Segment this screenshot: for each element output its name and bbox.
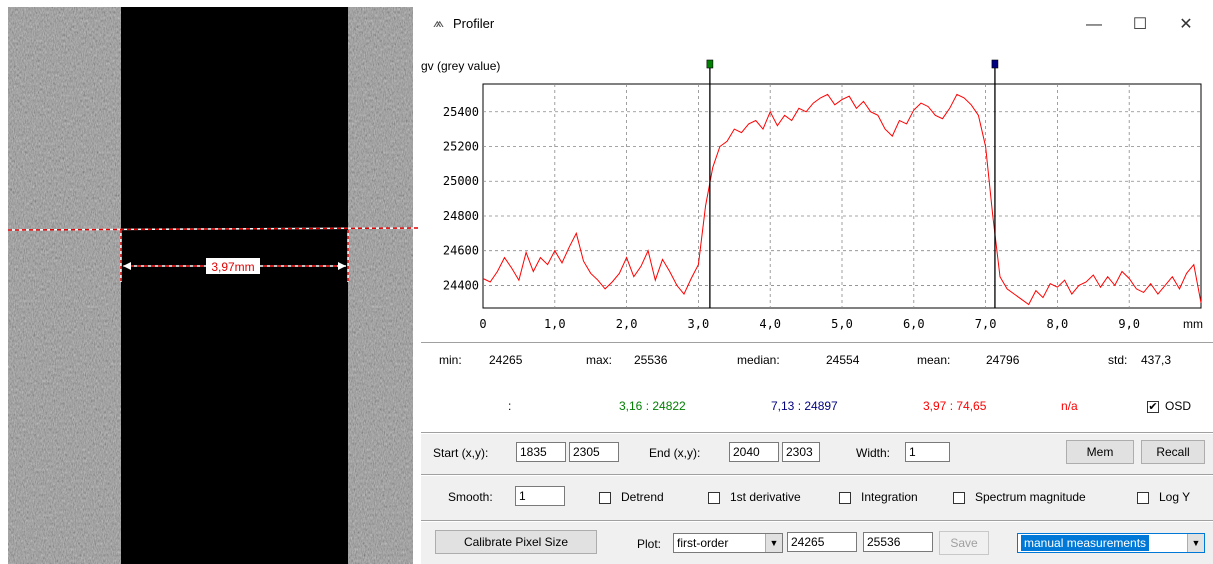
x-axis-unit: mm [1183,317,1203,331]
min-label: min: [439,353,462,367]
smooth-input[interactable] [515,486,565,506]
y-tick-label: 25200 [443,140,479,154]
measurement-mode-select[interactable]: manual measurements ▼ [1017,533,1205,553]
window-title: Profiler [453,16,495,31]
std-value: 437,3 [1141,353,1172,367]
image-viewport[interactable]: 3,97mm [0,0,420,564]
first-derivative-checkbox[interactable] [708,492,720,504]
y-tick-label: 24600 [443,244,479,258]
calibrate-pixel-size-button[interactable]: Calibrate Pixel Size [435,530,597,554]
divider [421,474,1213,476]
na-readout: n/a [1061,399,1078,413]
difference-readout: 3,97 : 74,65 [923,399,987,413]
chevron-down-icon[interactable]: ▼ [1187,534,1204,552]
divider [421,432,1213,434]
chevron-down-icon[interactable]: ▼ [765,534,782,552]
x-tick-label: 1,0 [544,317,566,331]
x-tick-label: 4,0 [759,317,781,331]
median-value: 24554 [826,353,860,367]
mean-value: 24796 [986,353,1020,367]
profiler-window: ⩕ Profiler — ☐ ✕ gv (grey value) 0 1,0 2,0 3… [421,0,1213,564]
x-tick-label: 6,0 [903,317,925,331]
osd-checkbox[interactable]: ✔ [1147,401,1159,413]
detrend-label: Detrend [621,490,664,504]
integration-checkbox[interactable] [839,492,851,504]
cursor1-readout: 3,16 : 24822 [619,399,686,413]
x-tick-label: 7,0 [975,317,997,331]
statistics-panel: min: 24265 max: 25536 median: 24554 mean… [421,342,1213,433]
divider [421,520,1213,522]
y-tick-label: 24400 [443,278,479,292]
plot-max-input[interactable] [863,532,933,552]
plot-type-select[interactable]: first-order ▼ [673,533,783,553]
mem-button[interactable]: Mem [1066,440,1134,464]
x-tick-label: 3,0 [688,317,710,331]
save-button[interactable]: Save [939,531,989,555]
sample-region-right [348,7,413,564]
y-tick-label: 25000 [443,174,479,188]
maximize-button[interactable]: ☐ [1117,10,1163,40]
x-tick-label: 0 [479,317,486,331]
start-label: Start (x,y): [433,446,489,460]
x-tick-label: 2,0 [616,317,638,331]
y-tick-label: 25400 [443,105,479,119]
cursor-marker-1 [706,59,714,69]
minimize-button[interactable]: — [1071,10,1117,40]
sample-region-left [8,7,121,564]
smooth-label: Smooth: [448,490,493,504]
recall-button[interactable]: Recall [1141,440,1205,464]
start-y-input[interactable] [569,442,619,462]
mean-label: mean: [917,353,951,367]
std-label: std: [1108,353,1128,367]
width-input[interactable] [905,442,950,462]
spectrum-magnitude-checkbox[interactable] [953,492,965,504]
width-label: Width: [856,446,891,460]
y-axis-label: gv (grey value) [421,59,500,73]
osd-label: OSD [1165,399,1192,413]
x-tick-label: 8,0 [1047,317,1069,331]
measurement-label: 3,97mm [211,260,254,274]
log-y-checkbox[interactable] [1137,492,1149,504]
integration-label: Integration [861,490,918,504]
end-y-input[interactable] [782,442,820,462]
controls-panel: Start (x,y): End (x,y): Width: Mem Recal… [421,432,1213,564]
measurement-mode-value: manual measurements [1021,535,1150,551]
max-value: 25536 [634,353,668,367]
cursor2-readout: 7,13 : 24897 [771,399,838,413]
plot-label: Plot: [637,537,662,551]
detrend-checkbox[interactable] [599,492,611,504]
end-label: End (x,y): [649,446,701,460]
close-button[interactable]: ✕ [1163,10,1209,40]
max-label: max: [586,353,613,367]
profile-plot-area[interactable]: gv (grey value) 0 1,0 2,0 3,0 4,0 5,0 6,0 7,0 8,0… [421,50,1213,342]
cursor-marker-2 [991,59,999,69]
profiler-app-icon: ⩕ [433,14,445,30]
median-label: median: [737,353,780,367]
first-derivative-label: 1st derivative [730,490,801,504]
plot-type-value: first-order [677,536,729,550]
plot-min-input[interactable] [787,532,857,552]
log-y-label: Log Y [1159,490,1191,504]
x-tick-label: 5,0 [831,317,853,331]
end-x-input[interactable] [729,442,779,462]
start-x-input[interactable] [516,442,566,462]
dark-gap-region [121,7,348,564]
x-tick-label: 9,0 [1118,317,1140,331]
title-bar[interactable]: ⩕ Profiler — ☐ ✕ [421,0,1213,50]
readout-colon: : [508,399,512,413]
spectrum-magnitude-label: Spectrum magnitude [975,490,1086,504]
profile-chart[interactable]: gv (grey value) 0 1,0 2,0 3,0 4,0 5,0 6,0 7,0 8,0… [421,50,1213,342]
y-tick-label: 24800 [443,209,479,223]
min-value: 24265 [489,353,523,367]
